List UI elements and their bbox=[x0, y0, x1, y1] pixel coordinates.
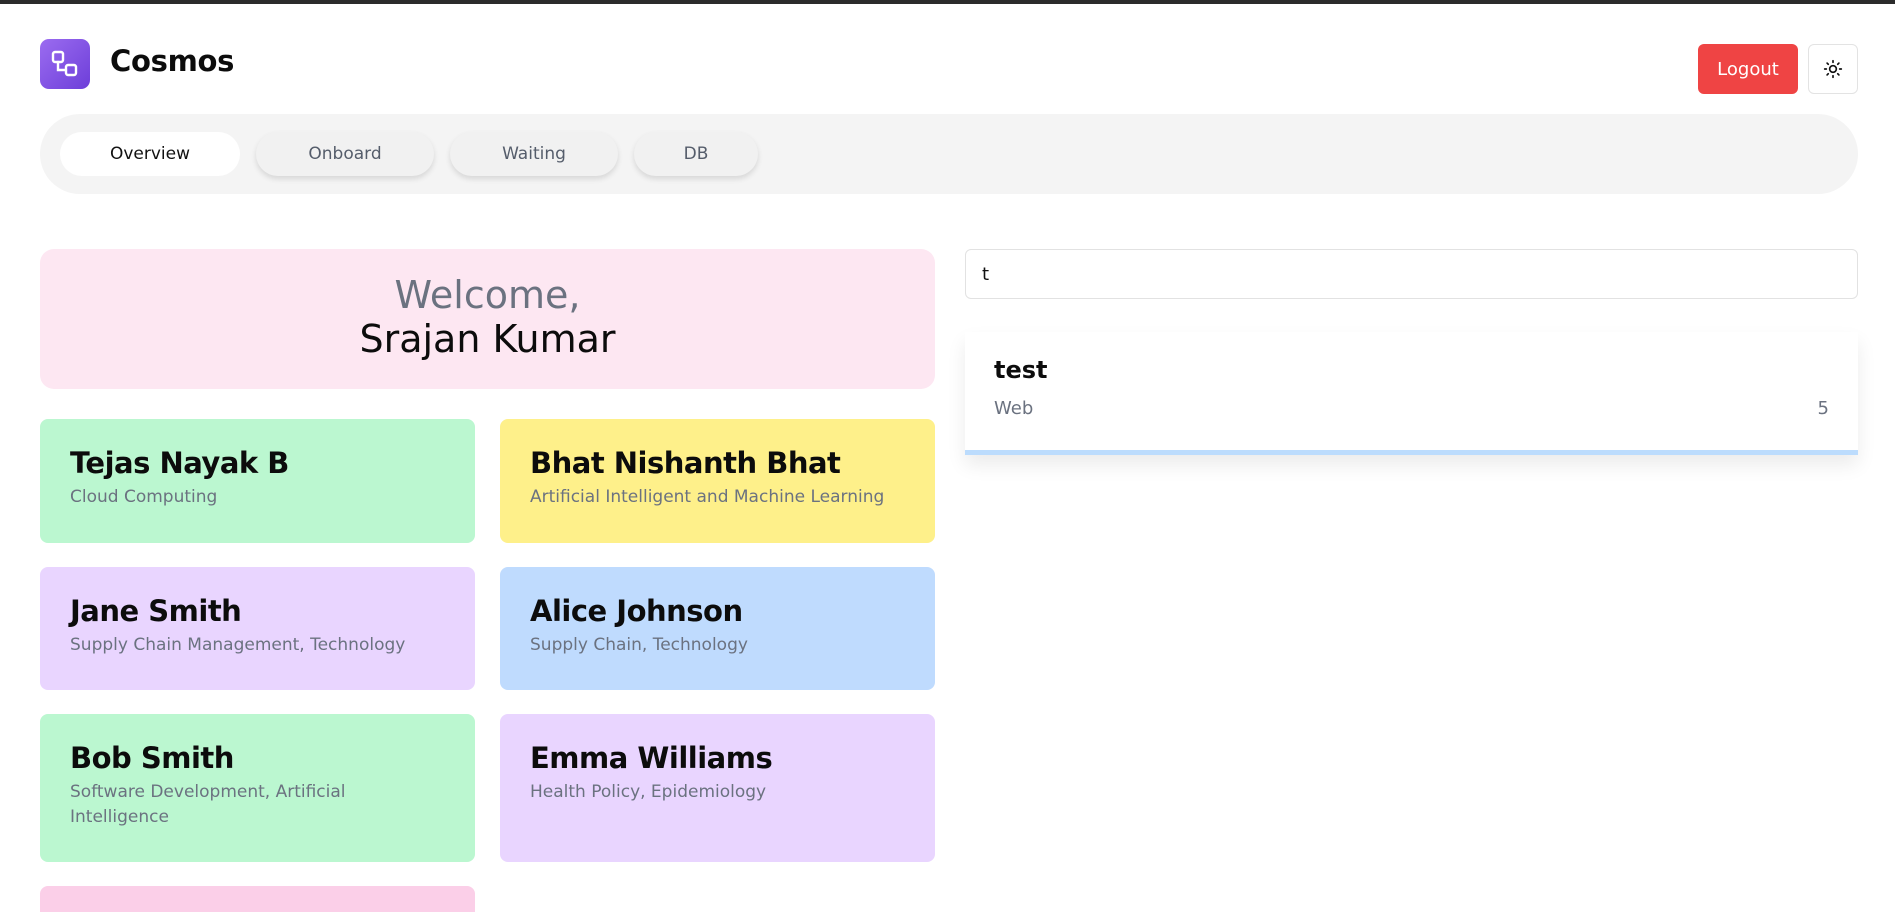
person-card[interactable]: Emma Williams Health Policy, Epidemiolog… bbox=[500, 714, 935, 862]
person-card[interactable]: Bob Smith Software Development, Artifici… bbox=[40, 714, 475, 862]
window-top-border bbox=[0, 0, 1895, 4]
person-card[interactable]: Alice Johnson Supply Chain, Technology bbox=[500, 567, 935, 690]
person-name: Alice Johnson bbox=[530, 594, 743, 628]
tab-waiting[interactable]: Waiting bbox=[450, 132, 618, 176]
person-field: Software Development, Artificial Intelli… bbox=[70, 782, 346, 827]
person-name: Bhat Nishanth Bhat bbox=[530, 446, 841, 480]
person-field: Cloud Computing bbox=[70, 487, 218, 507]
person-card[interactable]: Jane Smith Supply Chain Management, Tech… bbox=[40, 567, 475, 690]
welcome-card: Welcome, Srajan Kumar bbox=[40, 249, 935, 389]
person-name: Bob Smith bbox=[70, 741, 234, 775]
app-title: Cosmos bbox=[110, 44, 235, 78]
logout-button[interactable]: Logout bbox=[1698, 44, 1798, 94]
app-header: Cosmos Logout bbox=[40, 38, 1858, 94]
welcome-user-name: Srajan Kumar bbox=[359, 317, 616, 361]
result-title: test bbox=[994, 356, 1048, 384]
person-card[interactable]: Bhat Nishanth Bhat Artificial Intelligen… bbox=[500, 419, 935, 543]
theme-toggle-button[interactable] bbox=[1808, 44, 1858, 94]
tab-bar: Overview Onboard Waiting DB bbox=[40, 114, 1858, 194]
person-name: Tejas Nayak B bbox=[70, 446, 289, 480]
person-field: Supply Chain, Technology bbox=[530, 635, 748, 655]
person-field: Supply Chain Management, Technology bbox=[70, 635, 406, 655]
result-category: Web bbox=[994, 398, 1034, 419]
person-name: Emma Williams bbox=[530, 741, 773, 775]
search-input[interactable] bbox=[965, 249, 1858, 299]
welcome-greeting: Welcome, bbox=[394, 273, 581, 317]
person-card[interactable]: Tejas Nayak B Cloud Computing bbox=[40, 419, 475, 543]
person-card[interactable] bbox=[40, 886, 475, 912]
app-logo-icon[interactable] bbox=[40, 39, 90, 89]
tab-db[interactable]: DB bbox=[634, 132, 758, 176]
person-field: Artificial Intelligent and Machine Learn… bbox=[530, 487, 885, 507]
search-result-card[interactable]: test Web 5 bbox=[965, 332, 1858, 455]
person-name: Jane Smith bbox=[70, 594, 242, 628]
sun-icon bbox=[1823, 59, 1843, 79]
result-count: 5 bbox=[1817, 398, 1829, 419]
tab-onboard[interactable]: Onboard bbox=[256, 132, 434, 176]
person-field: Health Policy, Epidemiology bbox=[530, 782, 767, 802]
tab-overview[interactable]: Overview bbox=[60, 132, 240, 176]
